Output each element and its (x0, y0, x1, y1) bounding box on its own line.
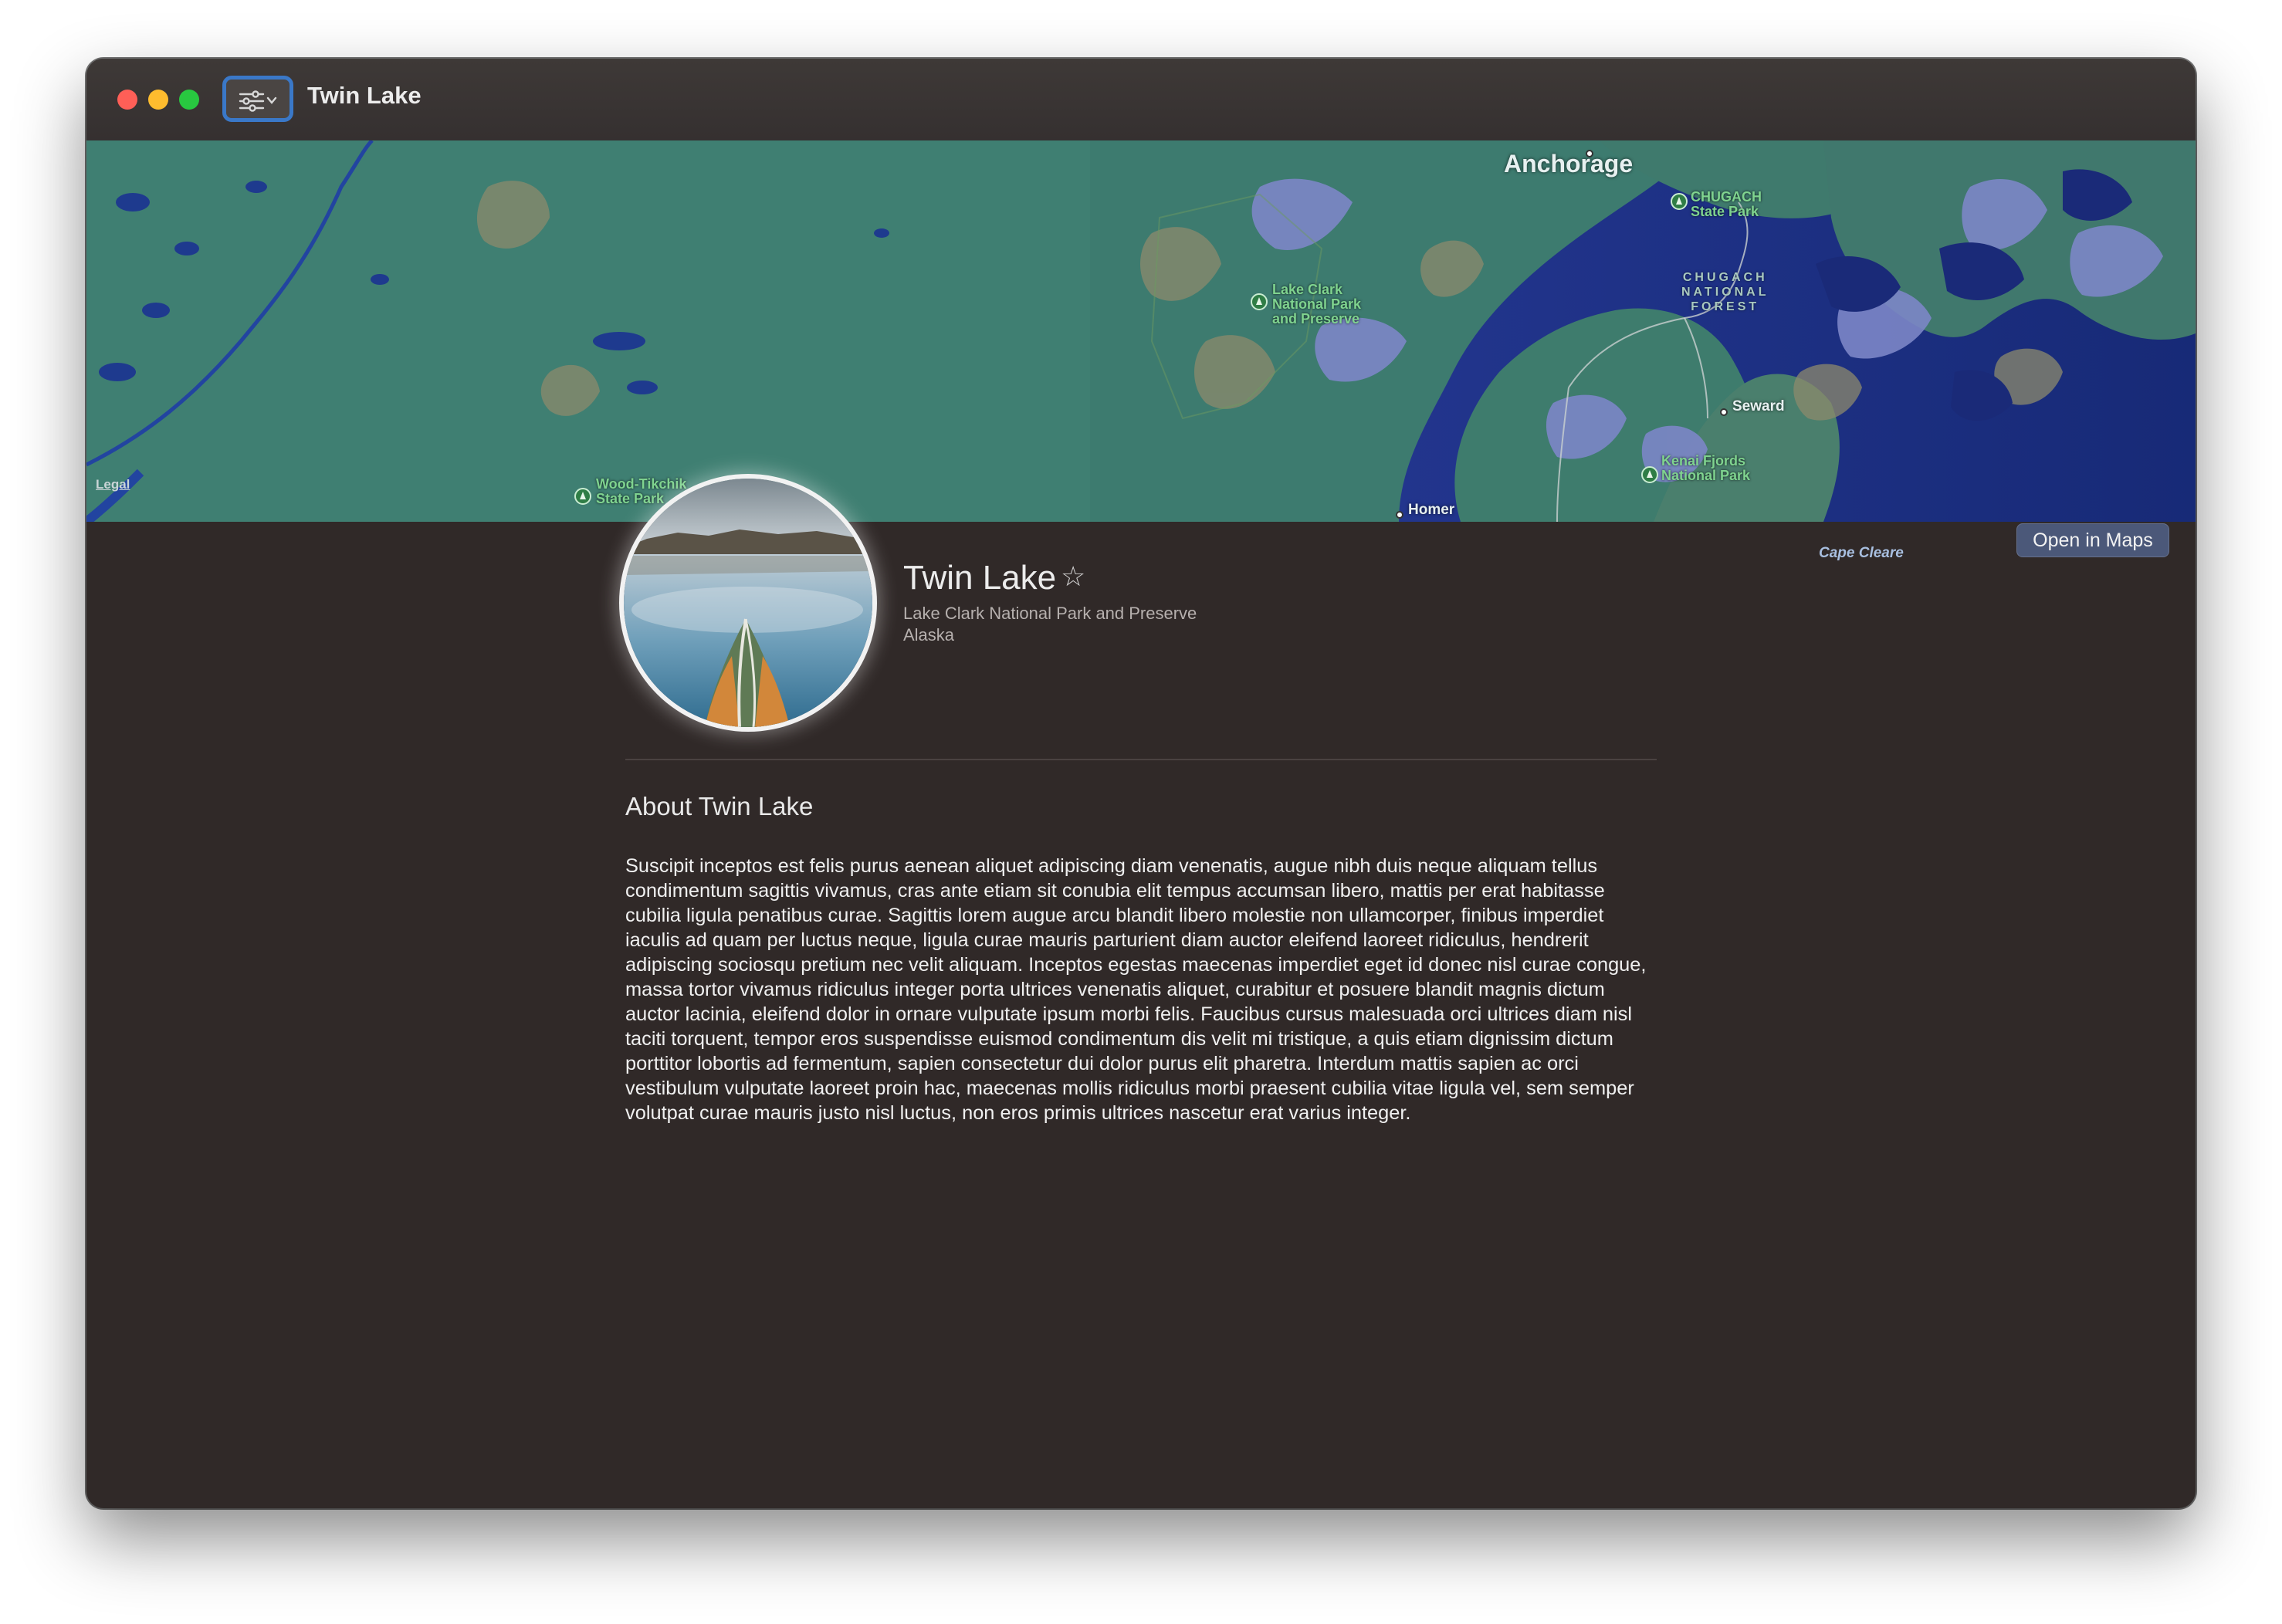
sidebar-toggle-icon (239, 90, 277, 112)
about-description: Suscipit inceptos est felis purus aenean… (625, 855, 1647, 1124)
minimize-window-button[interactable] (148, 90, 168, 110)
homer-marker (1396, 511, 1403, 519)
star-outline-icon[interactable]: ☆ (1061, 560, 1085, 593)
map-label-homer: Homer (1408, 502, 1455, 518)
section-divider (625, 759, 1657, 760)
map-terrain (86, 140, 2196, 522)
map-label-cape-cleare: Cape Cleare (1819, 545, 1904, 561)
app-window: Twin Lake Anchorage CHUGACH State Park C… (86, 59, 2196, 1508)
place-title: Twin Lake (903, 559, 1057, 597)
place-park-name: Lake Clark National Park and Preserve (903, 604, 1197, 623)
lake-kayak-photo (624, 479, 872, 727)
map-label-wood-tikchik: Wood-Tikchik State Park (596, 476, 687, 506)
about-heading: About Twin Lake (625, 792, 814, 820)
sidebar-toggle-button[interactable] (222, 76, 293, 122)
wood-tikchik-park-pin[interactable] (574, 488, 591, 505)
anchorage-marker (1586, 150, 1593, 157)
seward-marker (1720, 408, 1728, 416)
map-label-anchorage: Anchorage (1504, 150, 1634, 178)
map-legal-link[interactable]: Legal (96, 477, 130, 492)
title-bar: Twin Lake (86, 59, 2196, 142)
place-photo (624, 479, 872, 727)
map-label-chugach-forest: CHUGACH NATIONAL FOREST (1681, 271, 1769, 313)
map-label-kenai: Kenai Fjords National Park (1661, 453, 1751, 483)
zoom-window-button[interactable] (179, 90, 199, 110)
map-view[interactable]: Anchorage CHUGACH State Park CHUGACH NAT… (86, 140, 2196, 522)
place-state: Alaska (903, 625, 955, 645)
close-window-button[interactable] (117, 90, 137, 110)
open-in-maps-button[interactable]: Open in Maps (2016, 523, 2169, 557)
map-label-lake-clark: Lake Clark National Park and Preserve (1272, 282, 1362, 326)
kenai-fjords-park-pin[interactable] (1641, 466, 1658, 483)
map-label-seward: Seward (1732, 398, 1785, 414)
map-label-chugach-state-park: CHUGACH State Park (1691, 189, 1762, 219)
chugach-state-park-pin[interactable] (1671, 193, 1688, 210)
window-title: Twin Lake (307, 82, 422, 109)
lake-clark-park-pin[interactable] (1251, 293, 1268, 310)
